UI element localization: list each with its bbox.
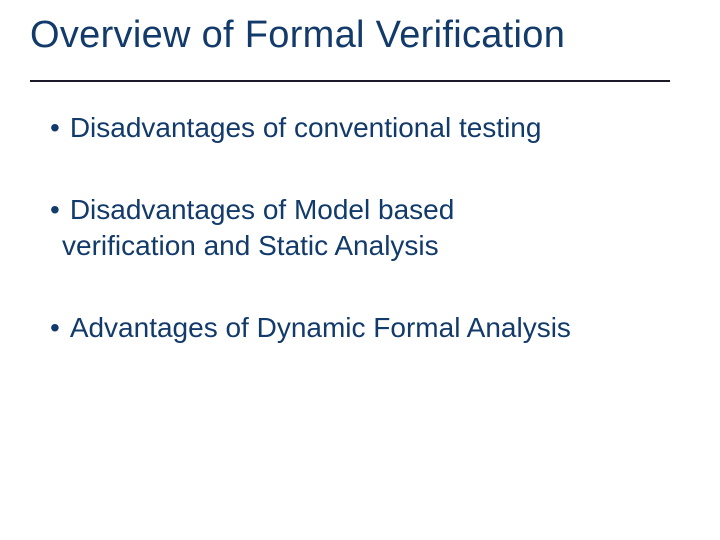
bullet-row: • Disadvantages of conventional testing [50, 110, 660, 146]
bullet-icon: • [50, 110, 60, 146]
bullet-text: Disadvantages of conventional testing [70, 110, 542, 146]
list-item: • Disadvantages of conventional testing [50, 110, 660, 146]
bullet-row: • Advantages of Dynamic Formal Analysis [50, 310, 660, 346]
bullet-text: Disadvantages of Model based [70, 192, 454, 228]
bullet-list: • Disadvantages of conventional testing … [50, 110, 660, 392]
bullet-text: Advantages of Dynamic Formal Analysis [70, 310, 571, 346]
title-divider [30, 80, 670, 82]
bullet-continuation: verification and Static Analysis [62, 228, 660, 264]
bullet-row: • Disadvantages of Model based [50, 192, 660, 228]
list-item: • Advantages of Dynamic Formal Analysis [50, 310, 660, 346]
slide: Overview of Formal Verification • Disadv… [0, 0, 720, 540]
list-item: • Disadvantages of Model based verificat… [50, 192, 660, 264]
bullet-icon: • [50, 310, 60, 346]
slide-title: Overview of Formal Verification [30, 14, 690, 57]
bullet-icon: • [50, 192, 60, 228]
